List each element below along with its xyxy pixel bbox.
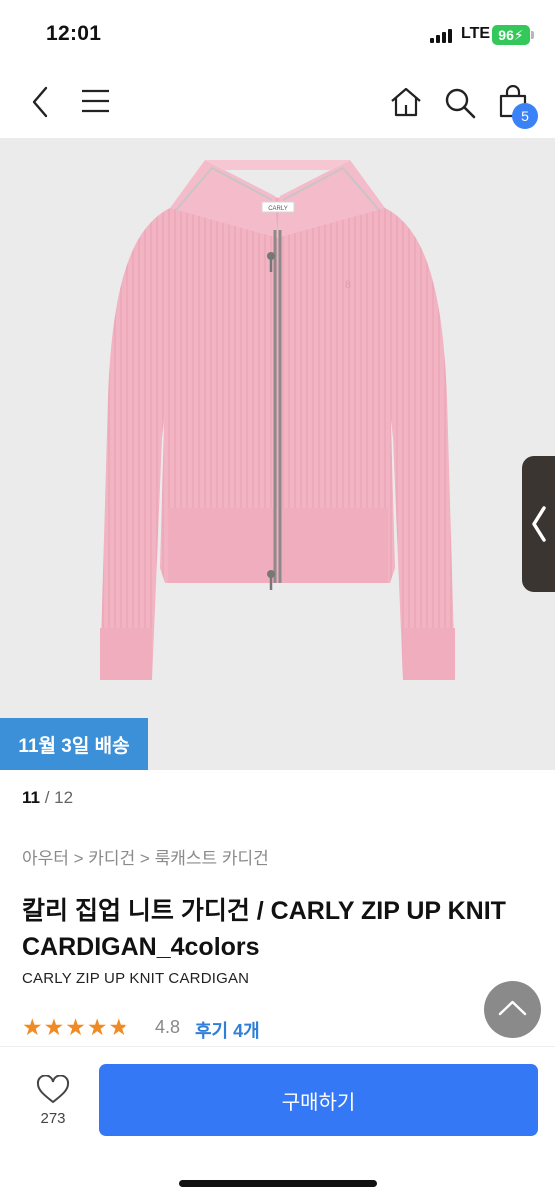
pager-total: / 12: [44, 788, 74, 807]
rating-value: 4.8: [155, 1017, 181, 1037]
star-icon: ★: [65, 1014, 86, 1040]
heart-icon[interactable]: [36, 1075, 70, 1105]
battery-icon: 96 ⚡: [492, 25, 530, 45]
svg-text:8: 8: [345, 277, 351, 291]
product-image[interactable]: CARLY 8: [0, 138, 555, 770]
cart-count-badge: 5: [512, 103, 538, 129]
like-count: 273: [40, 1110, 66, 1127]
delivery-date-badge: 11월 3일 배송: [0, 718, 148, 770]
side-panel-tab[interactable]: [522, 456, 555, 592]
star-icon: ★: [86, 1014, 108, 1040]
breadcrumb[interactable]: 아우터 > 카디건 > 룩캐스트 카디건: [22, 844, 269, 869]
back-icon[interactable]: [26, 84, 58, 120]
status-time: 12:01: [46, 22, 102, 45]
pager-current: 11: [22, 788, 40, 807]
menu-icon[interactable]: [80, 88, 112, 116]
cardigan-illustration: CARLY 8: [100, 160, 455, 680]
label-tag-text: CARLY: [268, 206, 288, 212]
star-icon: ★: [108, 1014, 130, 1040]
search-icon[interactable]: [443, 86, 477, 120]
chevron-left-icon: [532, 506, 546, 542]
product-title: 칼리 집업 니트 가디건 / CARLY ZIP UP KNIT CARDIGA…: [22, 897, 506, 961]
scroll-top-button[interactable]: [484, 981, 541, 1038]
buy-button[interactable]: 구매하기: [99, 1064, 538, 1136]
product-subtitle: CARLY ZIP UP KNIT CARDIGAN: [22, 970, 250, 987]
image-pager: 11 / 12: [22, 788, 73, 808]
network-label: LTE: [461, 25, 491, 42]
review-link[interactable]: 후기 4개: [195, 1017, 260, 1043]
home-icon[interactable]: [389, 86, 423, 118]
battery-nub: [531, 31, 534, 39]
star-icon: ★: [43, 1014, 65, 1040]
star-rating: ★ ★ ★ ★ ★: [22, 1014, 130, 1040]
chevron-up-icon: [498, 1000, 527, 1016]
signal-icon: [430, 27, 456, 43]
home-indicator: [179, 1180, 377, 1187]
battery-level: 96: [498, 27, 514, 43]
star-icon: ★: [22, 1014, 43, 1040]
